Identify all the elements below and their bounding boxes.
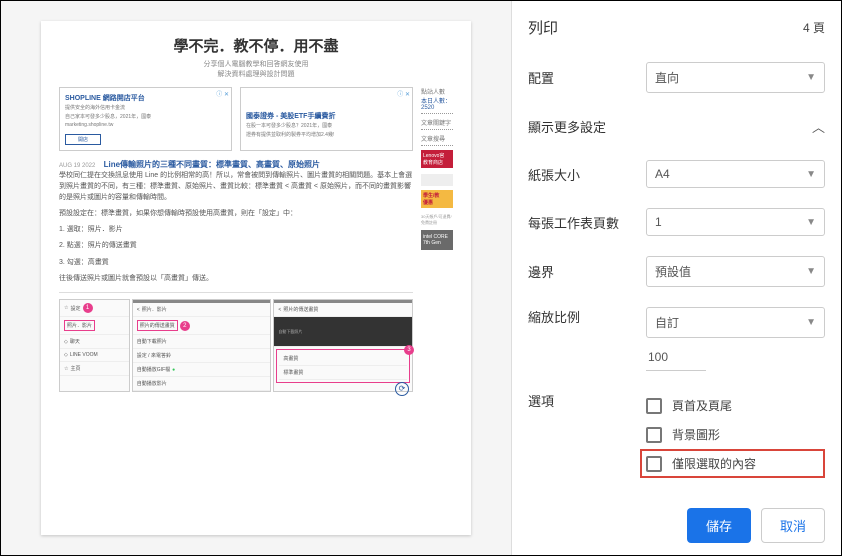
chevron-up-icon: ︿ xyxy=(812,117,825,136)
layout-dropdown[interactable]: 直向 ▼ xyxy=(646,62,825,93)
ad-close-icon: ⓘ ✕ xyxy=(216,89,229,98)
print-preview-pane: 學不完．教不停．用不盡 分享個人電腦教學和回答網友使用 解決資料處理與設計問題 … xyxy=(1,1,511,555)
save-button[interactable]: 儲存 xyxy=(687,508,751,543)
page-title: 學不完．教不停．用不盡 xyxy=(59,35,453,56)
badge-1-icon: 1 xyxy=(83,303,93,313)
option-headers-footers[interactable]: 頁首及頁尾 xyxy=(646,391,825,420)
cancel-button[interactable]: 取消 xyxy=(761,508,825,543)
screenshot-gallery: ☆ 設定 1 照片．影片 ◇ 聊天 ◇ LINE VOOM ☆ 主頁 < 照片．… xyxy=(59,292,413,392)
margin-label: 邊界 xyxy=(528,262,638,281)
badge-2-icon: 2 xyxy=(180,321,190,331)
options-label: 選項 xyxy=(528,391,638,410)
preview-sidebar: 點站人數本日人數：2520 文章關鍵字 文章搜尋 Lenovo官教育商店 學生/… xyxy=(421,87,453,392)
layout-label: 配置 xyxy=(528,68,638,87)
scale-label: 縮放比例 xyxy=(528,307,638,326)
panel-title: 列印 xyxy=(528,17,558,38)
chevron-down-icon: ▼ xyxy=(806,169,816,180)
checkbox-icon xyxy=(646,398,662,414)
paper-size-dropdown[interactable]: A4 ▼ xyxy=(646,160,825,188)
page-subtitle: 分享個人電腦教學和回答網友使用 解決資料處理與設計問題 xyxy=(59,59,453,79)
badge-3-icon: 3 xyxy=(404,345,414,355)
pages-per-sheet-dropdown[interactable]: 1 ▼ xyxy=(646,208,825,236)
option-selection-only[interactable]: 僅限選取的內容 xyxy=(640,449,825,478)
ad-block-2: ⓘ ✕ 國泰證券 - 美股ETF手續費折 在股一本可發多少股息？2021年，國泰… xyxy=(240,87,413,151)
chevron-down-icon: ▼ xyxy=(806,266,816,277)
print-settings-panel: 列印 4 頁 配置 直向 ▼ 顯示更多設定 ︿ 紙張大小 A4 ▼ 每張工作表頁… xyxy=(511,1,841,555)
scale-input[interactable] xyxy=(646,344,706,371)
article-title: Line傳輸照片的三種不同畫質：標準畫質、高畫質、原始照片 xyxy=(104,160,320,169)
pages-per-sheet-label: 每張工作表頁數 xyxy=(528,213,638,232)
margin-dropdown[interactable]: 預設值 ▼ xyxy=(646,256,825,287)
checkbox-icon xyxy=(646,427,662,443)
paper-size-label: 紙張大小 xyxy=(528,165,638,184)
page-count: 4 頁 xyxy=(803,19,825,36)
chevron-down-icon: ▼ xyxy=(806,72,816,83)
chevron-down-icon: ▼ xyxy=(806,217,816,228)
article-paragraph: 學校同仁提在交換訊息使用 Line 的比例相常的高！所以，常會被問到傳輸照片、圖… xyxy=(59,170,413,204)
checkbox-icon xyxy=(646,456,662,472)
ad-block-1: ⓘ ✕ SHOPLINE 網路開店平台 提供安全的海外信用卡金流 自己家本可發多… xyxy=(59,87,232,151)
ad-cta-button: 開店 xyxy=(65,134,101,145)
chevron-down-icon: ▼ xyxy=(806,317,816,328)
preview-page: 學不完．教不停．用不盡 分享個人電腦教學和回答網友使用 解決資料處理與設計問題 … xyxy=(41,21,471,535)
ad-close-icon: ⓘ ✕ xyxy=(397,89,410,98)
refresh-icon: ⟳ xyxy=(395,382,409,396)
option-backgrounds[interactable]: 背景圖形 xyxy=(646,420,825,449)
scale-dropdown[interactable]: 自訂 ▼ xyxy=(646,307,825,338)
more-settings-toggle[interactable]: 顯示更多設定 ︿ xyxy=(528,103,825,150)
article-date: AUG 19 2022 xyxy=(59,163,95,169)
